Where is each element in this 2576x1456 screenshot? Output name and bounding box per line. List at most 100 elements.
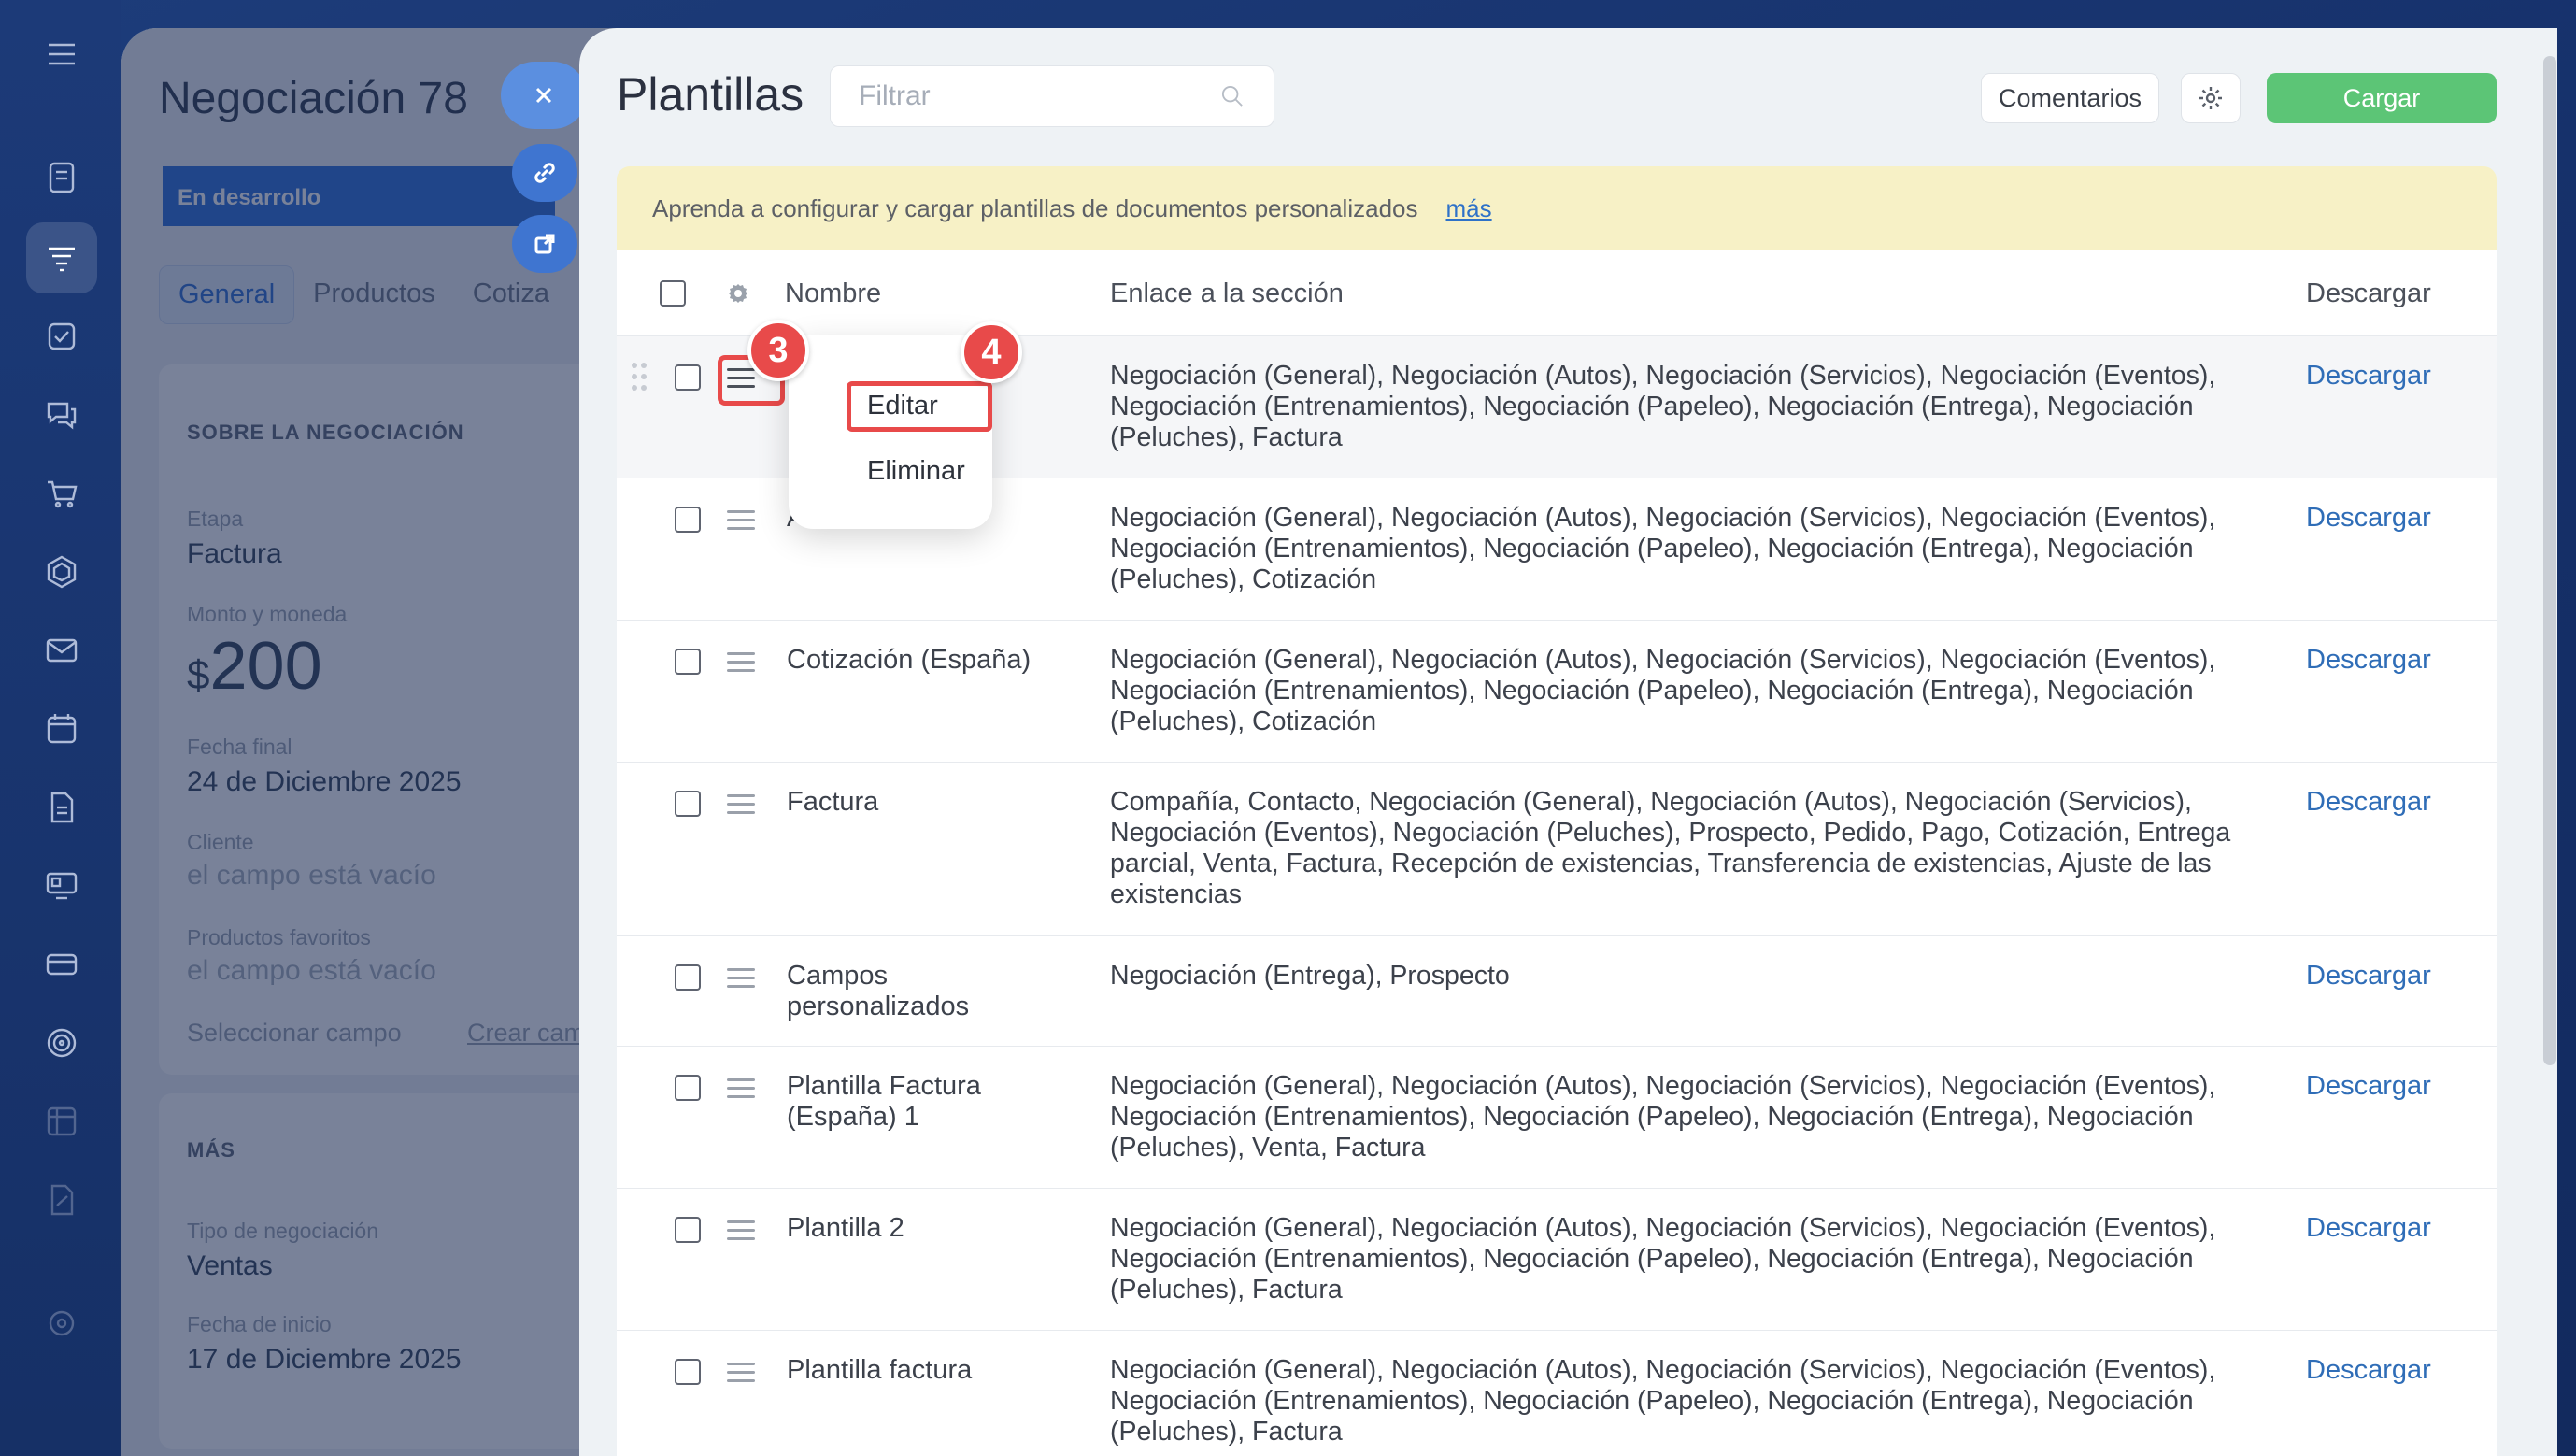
row-menu-icon[interactable] <box>727 794 757 817</box>
search-icon[interactable] <box>1219 79 1245 113</box>
table-row[interactable]: Campos personalizados Negociación (Entre… <box>617 936 2497 1047</box>
column-link[interactable]: Enlace a la sección <box>1110 278 1344 309</box>
row-links: Negociación (General), Negociación (Auto… <box>1110 1071 2216 1163</box>
settings-icon[interactable] <box>26 1288 97 1359</box>
page-title: Plantillas <box>617 68 804 121</box>
row-menu-icon[interactable] <box>727 968 757 991</box>
menu-icon[interactable] <box>26 19 97 90</box>
step-marker-4: 4 <box>961 321 1022 383</box>
hint-banner: Aprenda a configurar y cargar plantillas… <box>617 166 2497 250</box>
row-name: Plantilla factura <box>787 1355 973 1385</box>
row-checkbox[interactable] <box>675 1359 701 1385</box>
hexagon-icon[interactable] <box>26 536 97 607</box>
monitor-icon[interactable] <box>26 850 97 921</box>
table-row[interactable]: Plantilla Factura (España) 1 Negociación… <box>617 1047 2497 1189</box>
type-value: Ventas <box>187 1250 273 1281</box>
checkbox-icon[interactable] <box>26 301 97 372</box>
row-checkbox[interactable] <box>675 364 701 391</box>
hint-more-link[interactable]: más <box>1445 194 1491 223</box>
file-icon[interactable] <box>26 772 97 843</box>
row-menu-icon[interactable] <box>727 510 757 533</box>
download-link[interactable]: Descargar <box>2306 503 2431 534</box>
grid-icon[interactable] <box>26 1086 97 1157</box>
menu-item-delete[interactable]: Eliminar <box>867 456 965 487</box>
funnel-icon[interactable] <box>26 222 97 293</box>
row-links: Negociación (General), Negociación (Auto… <box>1110 1213 2216 1305</box>
row-menu-icon[interactable] <box>727 1363 757 1385</box>
open-new-window-button[interactable] <box>512 215 577 273</box>
download-link[interactable]: Descargar <box>2306 787 2431 818</box>
download-link[interactable]: Descargar <box>2306 361 2431 392</box>
row-checkbox[interactable] <box>675 1217 701 1243</box>
row-checkbox[interactable] <box>675 1075 701 1101</box>
row-menu-icon[interactable] <box>727 652 757 675</box>
stage-value: Factura <box>187 538 282 569</box>
row-links: Negociación (Entrega), Prospecto <box>1110 961 1510 991</box>
stage-bar[interactable]: En desarrollo <box>163 166 555 226</box>
chat-icon[interactable] <box>26 379 97 450</box>
drag-handle-icon[interactable] <box>632 363 648 400</box>
card-icon[interactable] <box>26 929 97 1000</box>
filter-box[interactable] <box>830 65 1274 127</box>
table-row[interactable]: Cotización (España) Negociación (General… <box>617 621 2497 763</box>
tab-productos[interactable]: Productos <box>294 265 454 324</box>
table-row[interactable]: Plantilla 2 Negociación (General), Negoc… <box>617 1189 2497 1331</box>
stage-label: Etapa <box>187 507 244 531</box>
deal-info-card: SOBRE LA NEGOCIACIÓN Etapa Factura Monto… <box>159 364 645 1075</box>
end-date-label: Fecha final <box>187 735 292 759</box>
filter-input[interactable] <box>859 80 1219 112</box>
external-link-icon <box>534 234 555 254</box>
mail-icon[interactable] <box>26 615 97 686</box>
row-name: Campos personalizados <box>787 961 970 1021</box>
create-field-link[interactable]: Crear cam <box>467 1019 585 1048</box>
copy-link-button[interactable] <box>512 144 577 202</box>
row-name: Plantilla Factura (España) 1 <box>787 1071 981 1132</box>
amount-label: Monto y moneda <box>187 602 348 626</box>
type-label: Tipo de negociación <box>187 1219 379 1243</box>
row-name: Factura <box>787 787 879 817</box>
row-links: Negociación (General), Negociación (Auto… <box>1110 645 2216 736</box>
tab-general[interactable]: General <box>159 265 295 324</box>
download-link[interactable]: Descargar <box>2306 1213 2431 1244</box>
target-icon[interactable] <box>26 1007 97 1078</box>
hint-text: Aprenda a configurar y cargar plantillas… <box>652 193 1418 222</box>
select-field-link[interactable]: Seleccionar campo <box>187 1019 402 1048</box>
start-label: Fecha de inicio <box>187 1312 332 1336</box>
select-all-checkbox[interactable] <box>660 280 686 307</box>
download-link[interactable]: Descargar <box>2306 645 2431 676</box>
left-sidebar <box>0 0 121 1456</box>
table-row[interactable]: Factura Compañía, Contacto, Negociación … <box>617 763 2497 936</box>
amount-value: $200 <box>187 628 322 705</box>
row-checkbox[interactable] <box>675 791 701 817</box>
row-menu-icon[interactable] <box>727 1220 757 1243</box>
row-menu-icon[interactable] <box>727 1078 757 1101</box>
settings-button[interactable] <box>2181 73 2241 123</box>
column-name[interactable]: Nombre <box>785 278 881 309</box>
download-link[interactable]: Descargar <box>2306 1355 2431 1386</box>
end-date-value: 24 de Diciembre 2025 <box>187 766 462 797</box>
row-checkbox[interactable] <box>675 507 701 533</box>
column-settings-icon[interactable] <box>723 278 753 308</box>
row-links: Negociación (General), Negociación (Auto… <box>1110 1355 2216 1447</box>
comments-button[interactable]: Comentarios <box>1981 73 2160 123</box>
deal-tabs: General Productos Cotiza <box>159 265 568 324</box>
edit-icon[interactable] <box>26 1164 97 1235</box>
row-checkbox[interactable] <box>675 649 701 675</box>
cart-icon[interactable] <box>26 458 97 529</box>
table-header: Nombre Enlace a la sección Descargar <box>617 250 2497 336</box>
document-icon[interactable] <box>26 142 97 213</box>
fav-value: el campo está vacío <box>187 955 436 986</box>
row-checkbox[interactable] <box>675 964 701 991</box>
table-row[interactable]: Plantilla factura Negociación (General),… <box>617 1331 2497 1456</box>
column-download[interactable]: Descargar <box>2306 278 2431 309</box>
calendar-icon[interactable] <box>26 693 97 764</box>
tab-cotiza[interactable]: Cotiza <box>454 265 568 324</box>
scrollbar[interactable] <box>2543 56 2556 1065</box>
amount: 200 <box>209 629 322 704</box>
templates-panel: Plantillas Comentarios Cargar Aprenda a … <box>579 28 2557 1456</box>
download-link[interactable]: Descargar <box>2306 1071 2431 1102</box>
load-button[interactable]: Cargar <box>2267 73 2497 123</box>
section-about: SOBRE LA NEGOCIACIÓN <box>187 421 464 444</box>
close-button[interactable] <box>501 62 587 129</box>
download-link[interactable]: Descargar <box>2306 961 2431 992</box>
